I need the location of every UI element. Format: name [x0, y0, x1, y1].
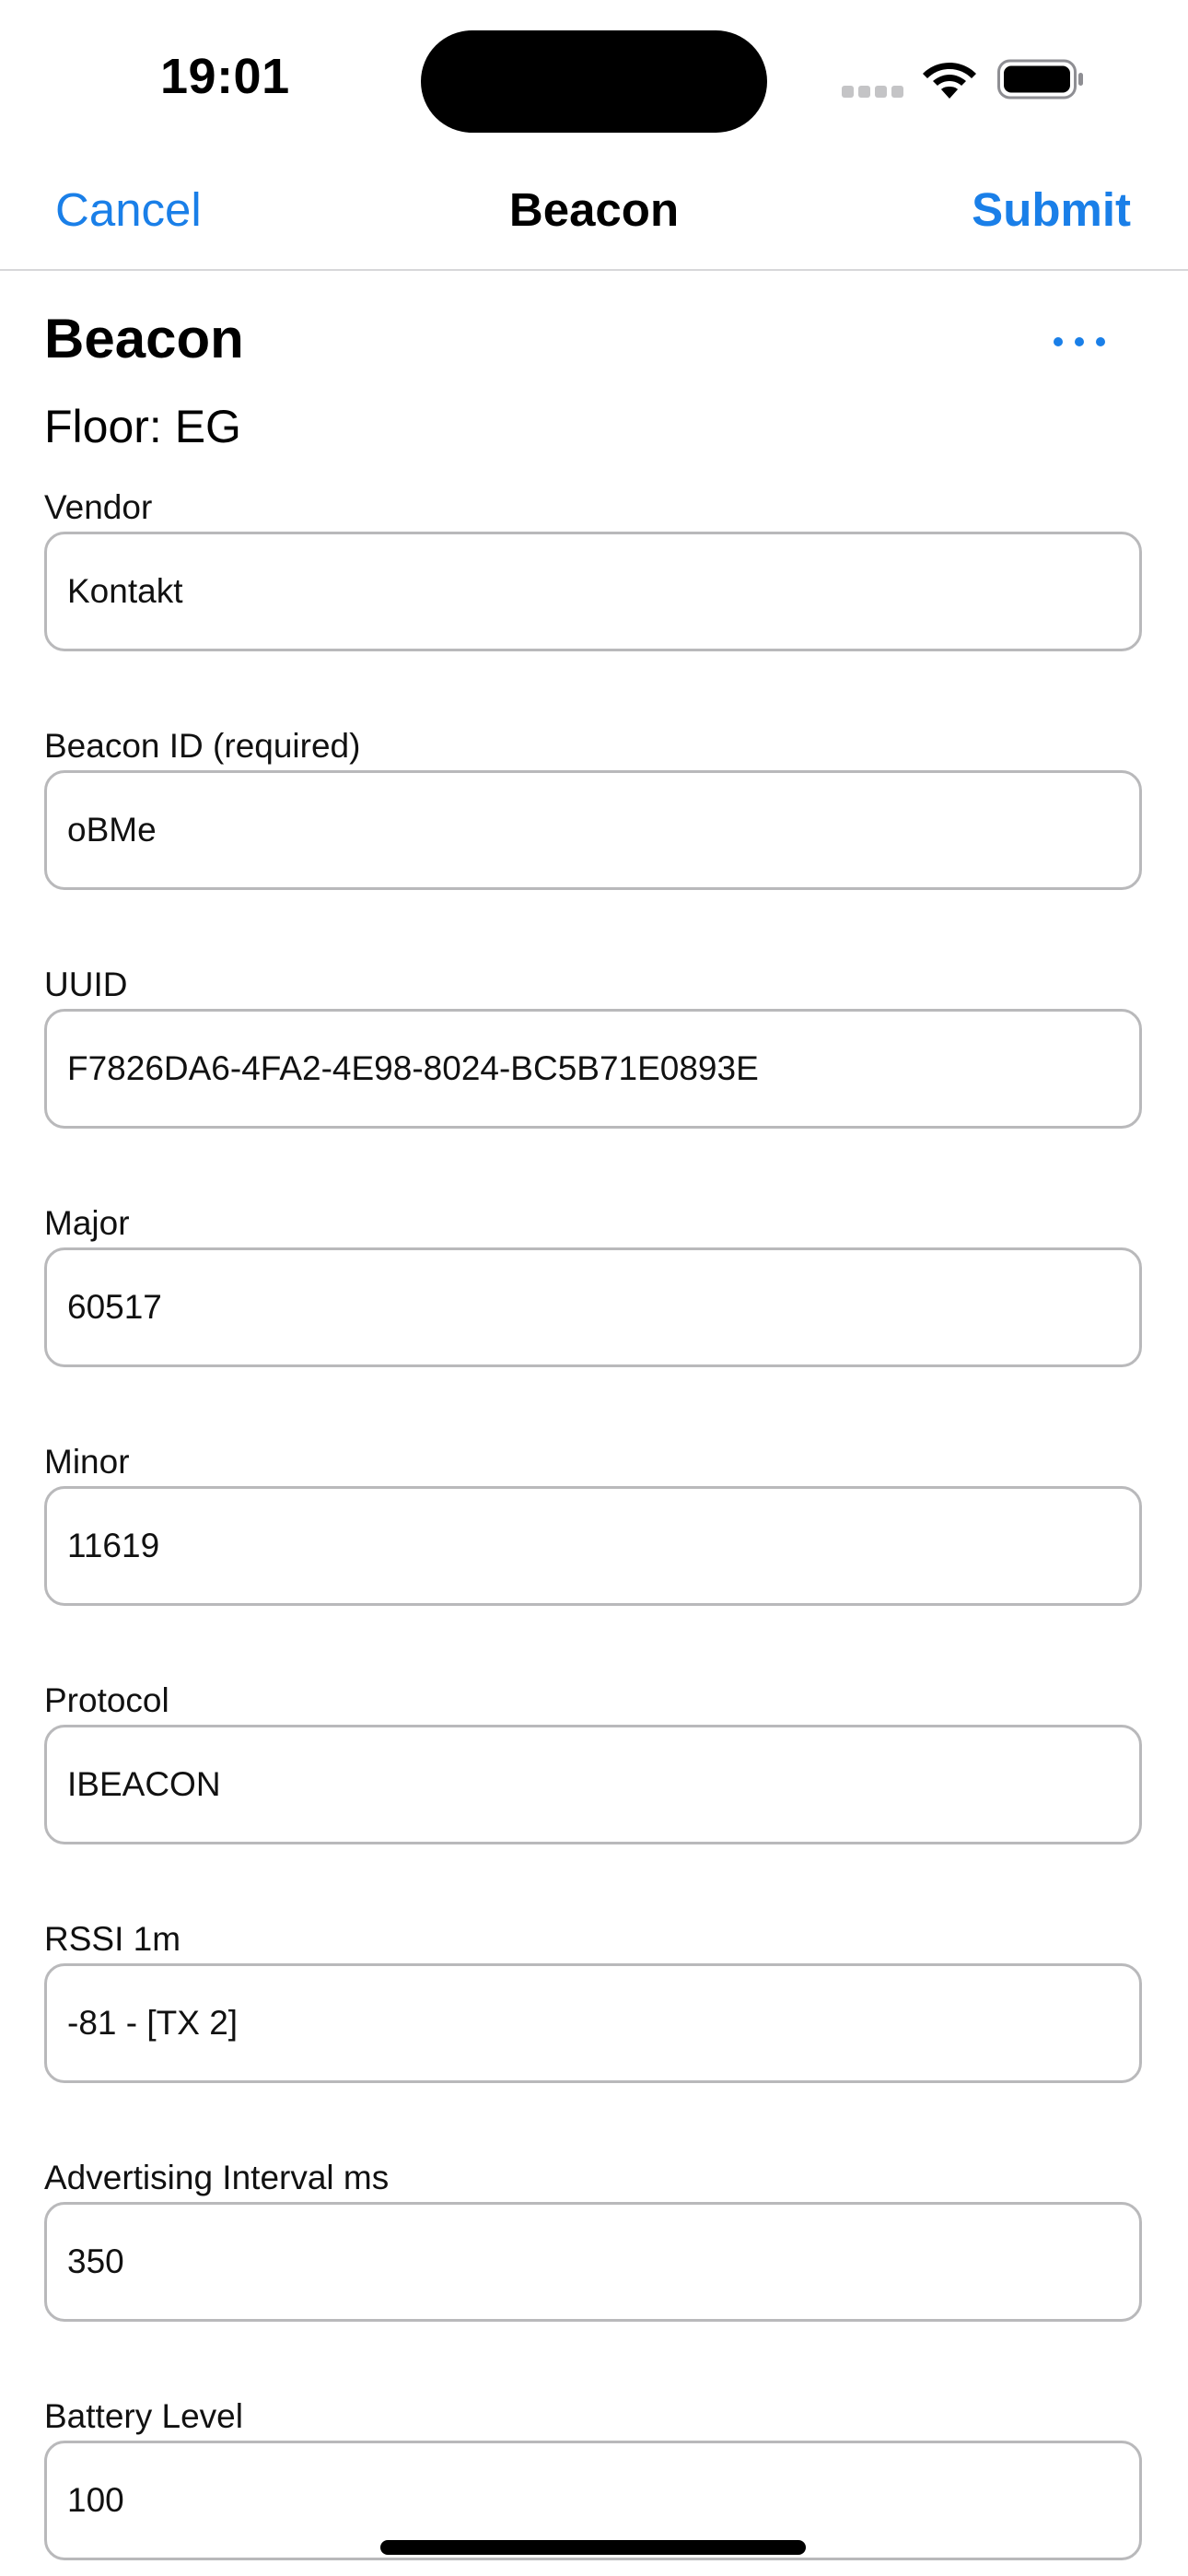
field-label: Major	[44, 1204, 130, 1242]
beacon-id-input[interactable]	[44, 770, 1142, 890]
rssi-input[interactable]	[44, 1963, 1142, 2083]
wifi-icon	[923, 63, 976, 99]
page-title: Beacon	[44, 308, 244, 369]
status-time: 19:01	[160, 49, 290, 104]
field-label: UUID	[44, 966, 128, 1003]
submit-button[interactable]: Submit	[972, 182, 1131, 237]
field-label: Protocol	[44, 1681, 169, 1719]
status-bar: 19:01	[0, 0, 1188, 157]
field-label: Advertising Interval ms	[44, 2159, 390, 2196]
dynamic-island	[421, 30, 767, 133]
home-indicator[interactable]	[380, 2540, 806, 2555]
minor-input[interactable]	[44, 1486, 1142, 1606]
field-label: Beacon ID (required)	[44, 727, 361, 765]
floor-label: Floor: EG	[44, 401, 241, 452]
protocol-input[interactable]	[44, 1725, 1142, 1844]
field-label: Battery Level	[44, 2397, 243, 2435]
field-label: Vendor	[44, 488, 153, 526]
uuid-input[interactable]	[44, 1009, 1142, 1129]
battery-icon	[997, 59, 1083, 100]
advertising-interval-input[interactable]	[44, 2202, 1142, 2322]
field-label: Minor	[44, 1443, 130, 1481]
more-options-icon[interactable]	[1041, 313, 1118, 369]
field-label: RSSI 1m	[44, 1920, 181, 1958]
vendor-input[interactable]	[44, 532, 1142, 651]
cellular-signal-icon	[842, 86, 904, 99]
major-input[interactable]	[44, 1247, 1142, 1367]
nav-bar: Cancel Beacon Submit	[0, 157, 1188, 271]
